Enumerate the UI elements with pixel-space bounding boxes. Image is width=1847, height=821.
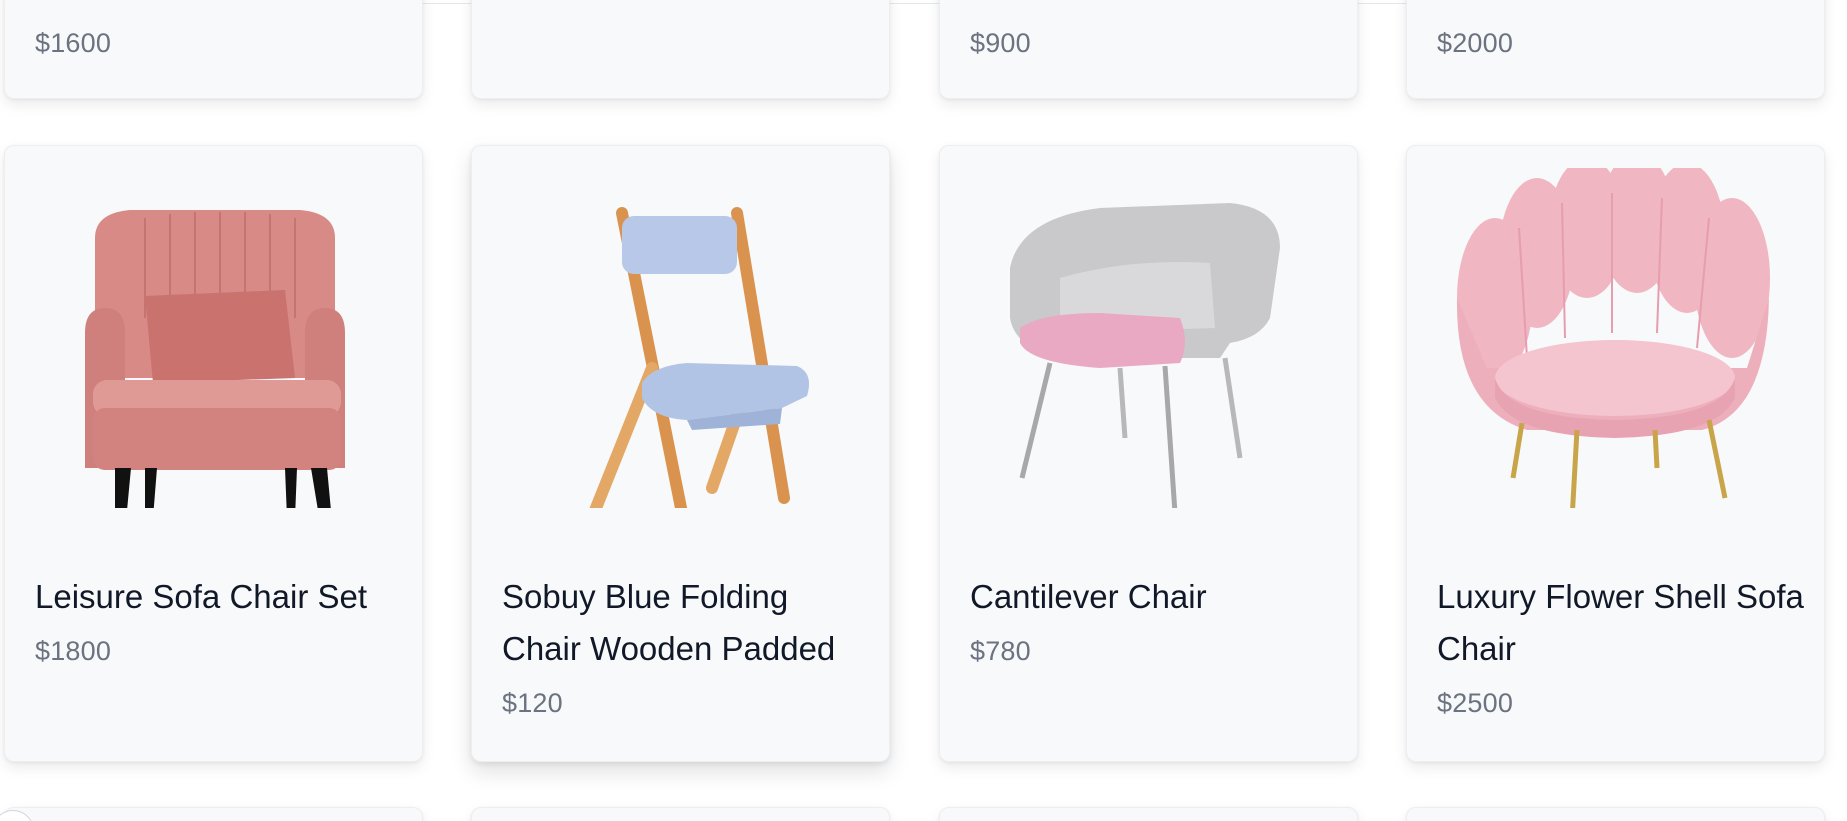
product-card[interactable] [471, 807, 890, 821]
grey-pink-metal-leg-chair-image[interactable] [980, 168, 1320, 514]
product-price: $1600 [35, 28, 112, 58]
product-title[interactable]: Cantilever Chair [970, 571, 1340, 623]
product-grid-viewport: $1600 $900 $2000 Leisure Sofa Chair Set … [0, 0, 1847, 821]
product-title[interactable]: Luxury Flower Shell Sofa Chair [1437, 571, 1807, 675]
product-price: $780 [970, 636, 1031, 666]
product-price: $2500 [1437, 688, 1514, 718]
product-card[interactable]: Luxury Flower Shell Sofa Chair $2500 [1406, 145, 1825, 762]
product-title[interactable]: Sobuy Blue Folding Chair Wooden Padded [502, 571, 872, 675]
blue-folding-wooden-chair-image[interactable] [512, 168, 852, 544]
product-card[interactable]: $2000 [1406, 0, 1825, 99]
product-card[interactable] [4, 807, 423, 821]
product-card[interactable]: $1600 [4, 0, 423, 99]
product-card[interactable] [471, 0, 890, 99]
product-card[interactable]: Cantilever Chair $780 [939, 145, 1358, 762]
product-card[interactable]: $900 [939, 0, 1358, 99]
product-card[interactable] [939, 807, 1358, 821]
product-price: $2000 [1437, 28, 1514, 58]
pink-shell-sofa-chair-image[interactable] [1447, 153, 1787, 521]
product-price: $900 [970, 28, 1031, 58]
product-title[interactable]: Leisure Sofa Chair Set [35, 571, 405, 623]
pink-wingback-armchair-image[interactable] [45, 168, 385, 556]
product-card[interactable] [1406, 807, 1825, 821]
product-card[interactable]: Sobuy Blue Folding Chair Wooden Padded $… [471, 145, 890, 762]
product-price: $120 [502, 688, 563, 718]
product-price: $1800 [35, 636, 112, 666]
product-card[interactable]: Leisure Sofa Chair Set $1800 [4, 145, 423, 762]
